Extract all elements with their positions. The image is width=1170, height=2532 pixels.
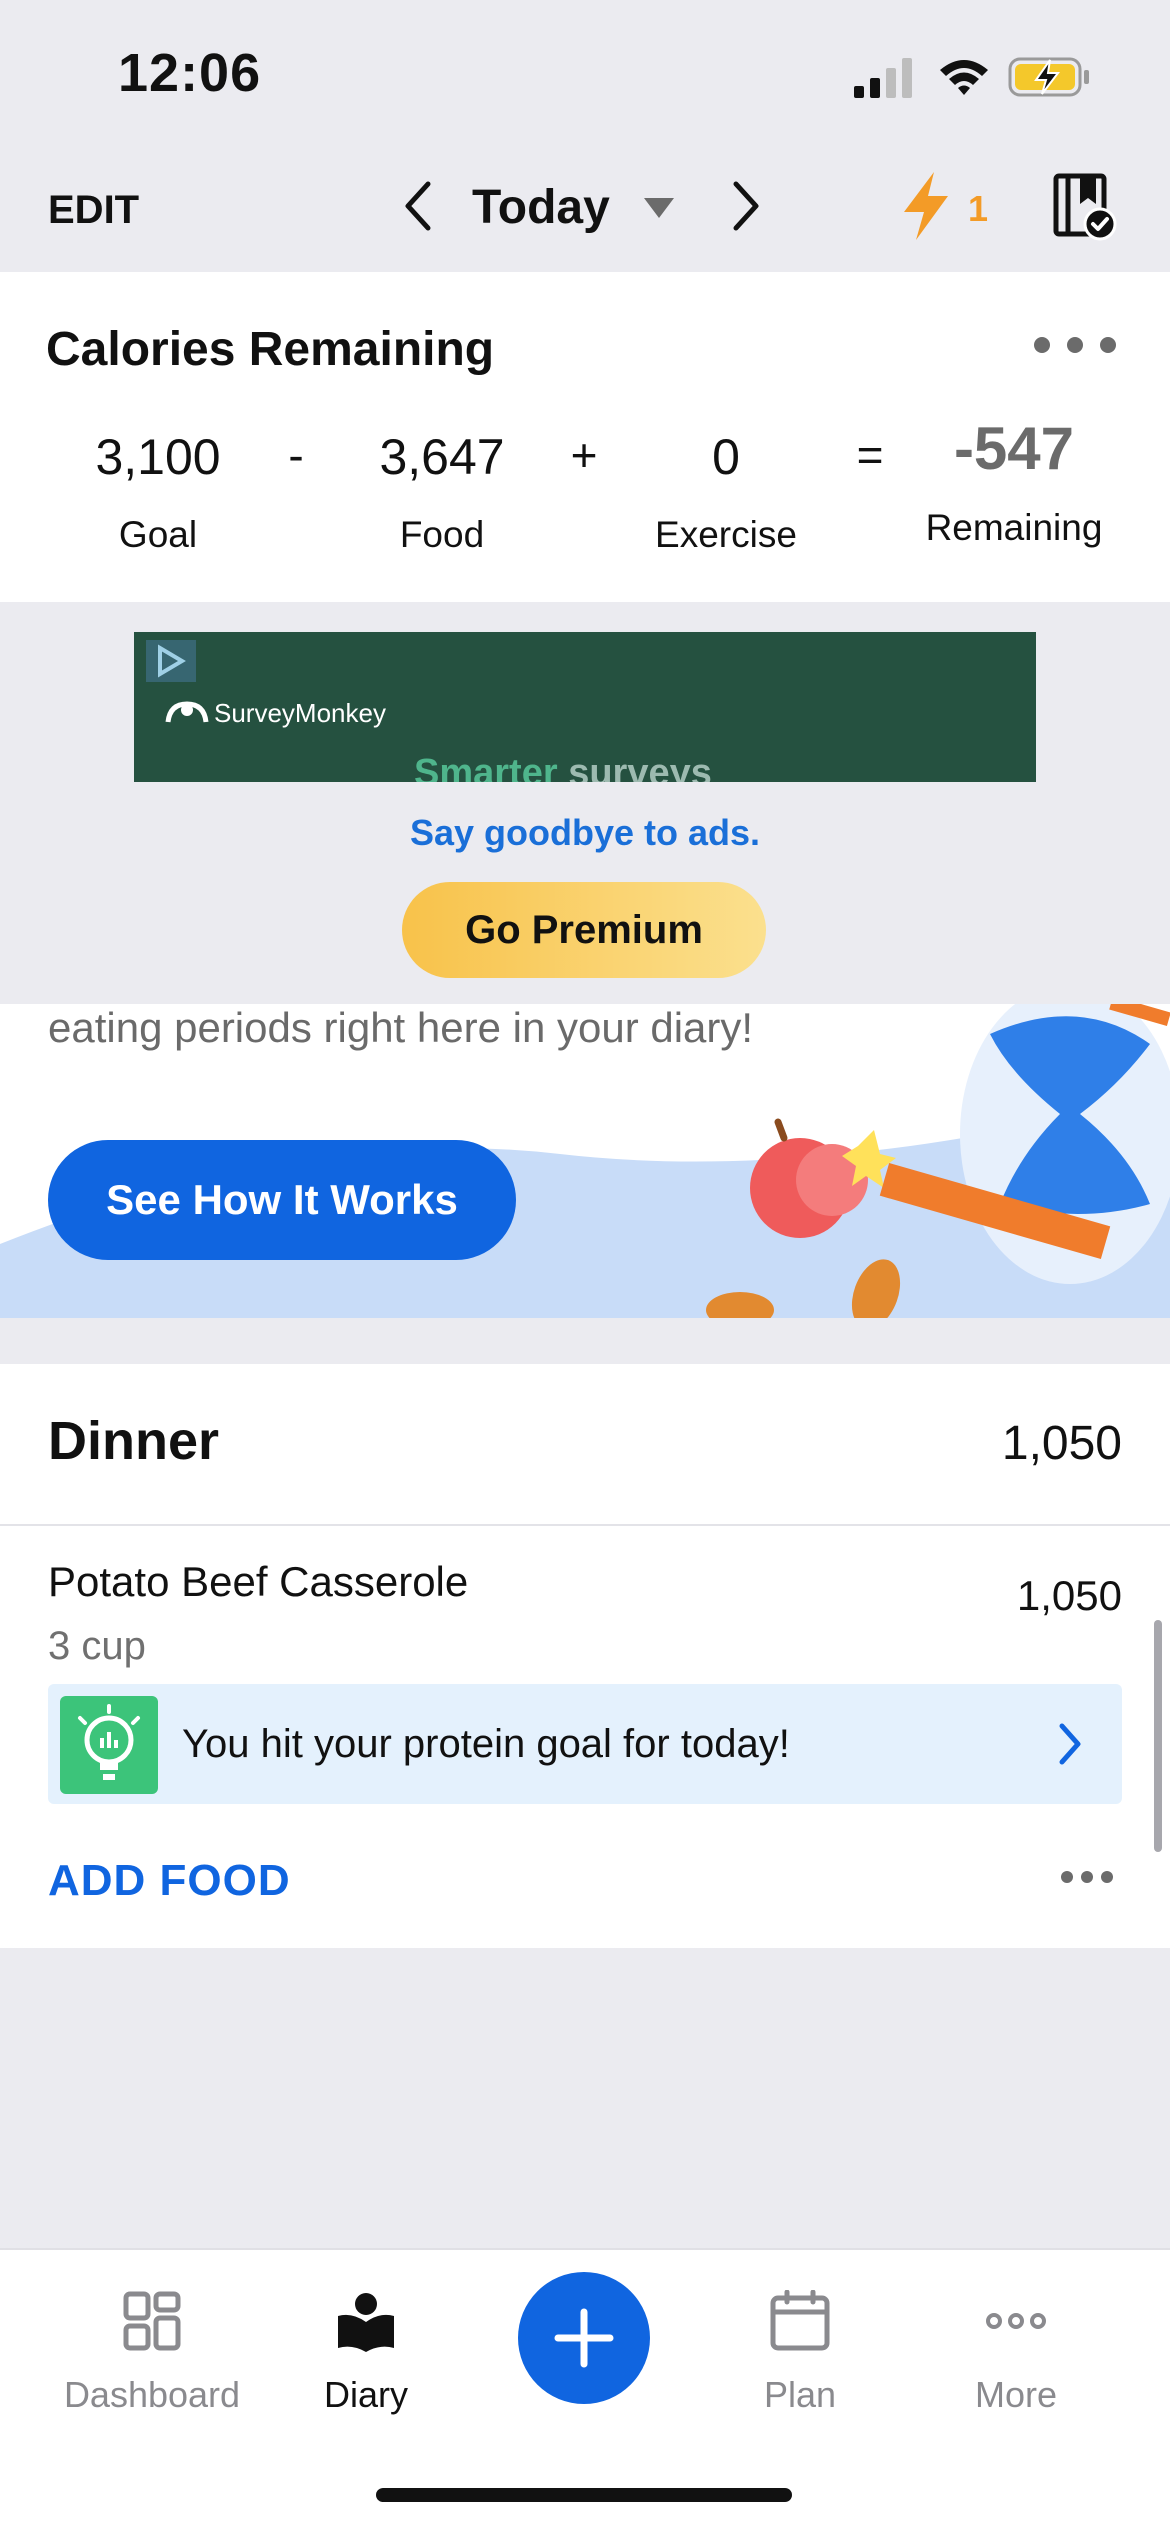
- status-time: 12:06: [118, 43, 262, 103]
- home-indicator[interactable]: [376, 2488, 792, 2502]
- food-label: Food: [399, 514, 485, 555]
- protein-insight-banner[interactable]: You hit your protein goal for today!: [48, 1684, 1122, 1804]
- plus-icon: [554, 2308, 614, 2368]
- food-value: 3,647: [379, 429, 505, 485]
- equals-operator: =: [856, 429, 884, 481]
- fasting-promo-card: eating periods right here in your diary!…: [0, 1004, 1170, 1318]
- ad-choices-icon[interactable]: [142, 636, 200, 686]
- dinner-more-icon[interactable]: [1060, 1868, 1114, 1886]
- surveymonkey-logo-icon: [165, 701, 209, 723]
- calories-more-icon[interactable]: [1030, 330, 1120, 360]
- tab-dashboard-label: Dashboard: [63, 2374, 241, 2415]
- next-day-chevron-icon[interactable]: [726, 178, 766, 234]
- see-how-it-works-button[interactable]: See How It Works: [48, 1140, 516, 1260]
- battery-charging-icon: [1008, 57, 1089, 97]
- exercise-value: 0: [712, 429, 740, 485]
- add-fab-button[interactable]: [518, 2272, 650, 2404]
- remaining-value: -547: [953, 415, 1075, 482]
- tab-diary-label: Diary: [323, 2374, 408, 2415]
- ad-tagline-a: Smarter: [414, 752, 558, 782]
- plus-operator: +: [570, 429, 598, 481]
- cellular-signal-icon: [854, 58, 912, 98]
- add-food-button[interactable]: ADD FOOD: [48, 1856, 291, 1906]
- date-dropdown-icon[interactable]: [642, 194, 676, 222]
- food-item-calories[interactable]: 1,050: [1017, 1572, 1122, 1620]
- goal-value: 3,100: [95, 429, 221, 485]
- date-title[interactable]: Today: [472, 180, 610, 235]
- insight-chevron-right-icon: [1059, 1723, 1081, 1765]
- minus-operator: -: [288, 429, 304, 481]
- meal-divider: [0, 1524, 1170, 1526]
- tab-diary[interactable]: Diary: [256, 2290, 476, 2416]
- dashboard-grid-icon: [123, 2291, 181, 2351]
- food-column[interactable]: 3,647 Food: [362, 428, 522, 556]
- remaining-label: Remaining: [925, 507, 1103, 548]
- diary-complete-icon[interactable]: [1052, 170, 1118, 242]
- diary-book-icon: [338, 2293, 394, 2352]
- tab-more-label: More: [974, 2374, 1058, 2415]
- edit-button[interactable]: EDIT: [48, 188, 139, 233]
- ad-brand-label: SurveyMonkey: [214, 698, 386, 728]
- streak-lightning-icon[interactable]: [898, 170, 954, 242]
- ad-brand: SurveyMonkey: [164, 690, 424, 732]
- insight-text: You hit your protein goal for today!: [182, 1722, 790, 1766]
- dinner-title: Dinner: [48, 1411, 220, 1471]
- tab-more[interactable]: More: [906, 2290, 1126, 2416]
- previous-day-chevron-icon[interactable]: [398, 178, 438, 234]
- remove-ads-link[interactable]: Say goodbye to ads.: [0, 812, 1170, 854]
- goal-column[interactable]: 3,100 Goal: [78, 428, 238, 556]
- tab-plan[interactable]: Plan: [690, 2290, 910, 2416]
- more-dots-icon: [986, 2313, 1046, 2329]
- exercise-label: Exercise: [655, 514, 797, 555]
- wifi-icon: [940, 60, 988, 95]
- insight-lightbulb-icon: [60, 1696, 158, 1794]
- go-premium-button[interactable]: Go Premium: [402, 882, 766, 978]
- dinner-total-calories: 1,050: [1001, 1417, 1122, 1470]
- calories-remaining-title: Calories Remaining: [46, 323, 495, 376]
- goal-label: Goal: [118, 514, 198, 555]
- scrollbar[interactable]: [1154, 1620, 1162, 1852]
- ad-banner[interactable]: SurveyMonkey Smarter surveys: [134, 632, 1036, 782]
- tab-dashboard[interactable]: Dashboard: [42, 2290, 262, 2416]
- ad-tagline-b: surveys: [568, 752, 712, 782]
- tab-plan-label: Plan: [763, 2374, 837, 2415]
- exercise-column[interactable]: 0 Exercise: [636, 428, 816, 556]
- remaining-column[interactable]: -547 Remaining: [904, 414, 1124, 549]
- streak-count[interactable]: 1: [968, 188, 988, 230]
- calendar-icon: [770, 2290, 830, 2351]
- food-item-name[interactable]: Potato Beef Casserole: [48, 1558, 468, 1606]
- ad-tagline: Smarter surveys: [414, 752, 712, 782]
- food-item-serving[interactable]: 3 cup: [48, 1624, 146, 1669]
